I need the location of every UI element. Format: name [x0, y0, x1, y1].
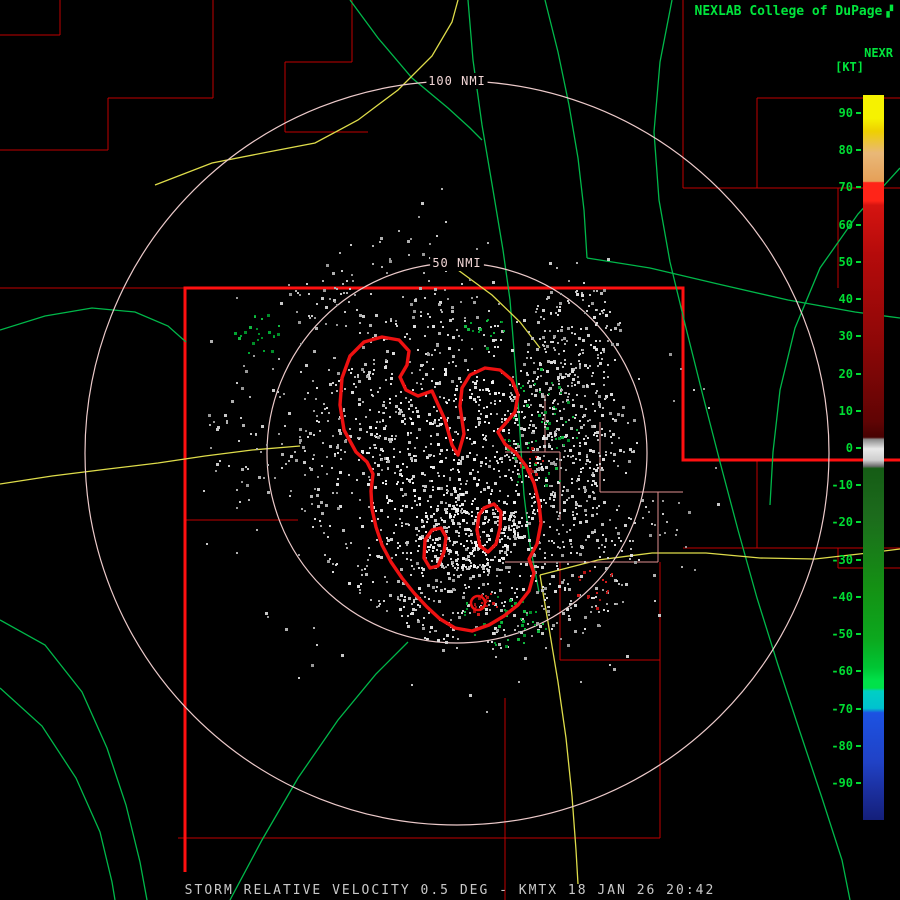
colorbar-tick: -50 [831, 627, 861, 641]
brand-text: NEXLAB College of DuPage [695, 4, 883, 19]
colorbar-tick: 70 [839, 180, 861, 194]
colorbar-tick: -40 [831, 590, 861, 604]
colorbar-tick: -70 [831, 702, 861, 716]
colorbar-tick: -60 [831, 664, 861, 678]
colorbar-tick: 50 [839, 255, 861, 269]
colorbar-tick: 80 [839, 143, 861, 157]
state-border [185, 288, 900, 872]
colorbar-tick: -30 [831, 553, 861, 567]
nexrad-radar-viewer: 100 NMI 50 NMI NEXLAB College of DuPage ▞… [0, 0, 900, 900]
colorbar-tick: 10 [839, 404, 861, 418]
colorbar-tick: -10 [831, 478, 861, 492]
colorbar-tick: 60 [839, 218, 861, 232]
colorbar-tick: 20 [839, 367, 861, 381]
colorbar-tick: 40 [839, 292, 861, 306]
colorbar-ticks: 90 80 70 60 50 40 30 20 10 0 -10 -20 -30 -40 -50 -60 -70… [815, 95, 861, 820]
brand-header: NEXLAB College of DuPage ▞ [695, 4, 893, 19]
range-ring-label: 100 NMI [428, 74, 486, 88]
colorbar-tick: 90 [839, 106, 861, 120]
range-ring-label: 50 NMI [432, 256, 481, 270]
colorbar-tick: -80 [831, 739, 861, 753]
county-lines [0, 0, 900, 900]
green-highways [0, 0, 900, 900]
product-status-bar: STORM RELATIVE VELOCITY 0.5 DEG - KMTX 1… [0, 883, 900, 898]
colorbar-title: NEXR [864, 46, 893, 60]
colorbar-unit: [KT] [835, 60, 864, 74]
radar-map: 100 NMI 50 NMI [0, 0, 900, 900]
colorbar-tick: 0 [846, 441, 861, 455]
colorbar-gradient [863, 95, 884, 820]
colorbar-tick: -90 [831, 776, 861, 790]
cod-logo-icon: ▞ [886, 6, 893, 17]
colorbar-tick: 30 [839, 329, 861, 343]
colorbar-tick: -20 [831, 515, 861, 529]
product-label: STORM RELATIVE VELOCITY 0.5 DEG - KMTX 1… [185, 883, 716, 898]
